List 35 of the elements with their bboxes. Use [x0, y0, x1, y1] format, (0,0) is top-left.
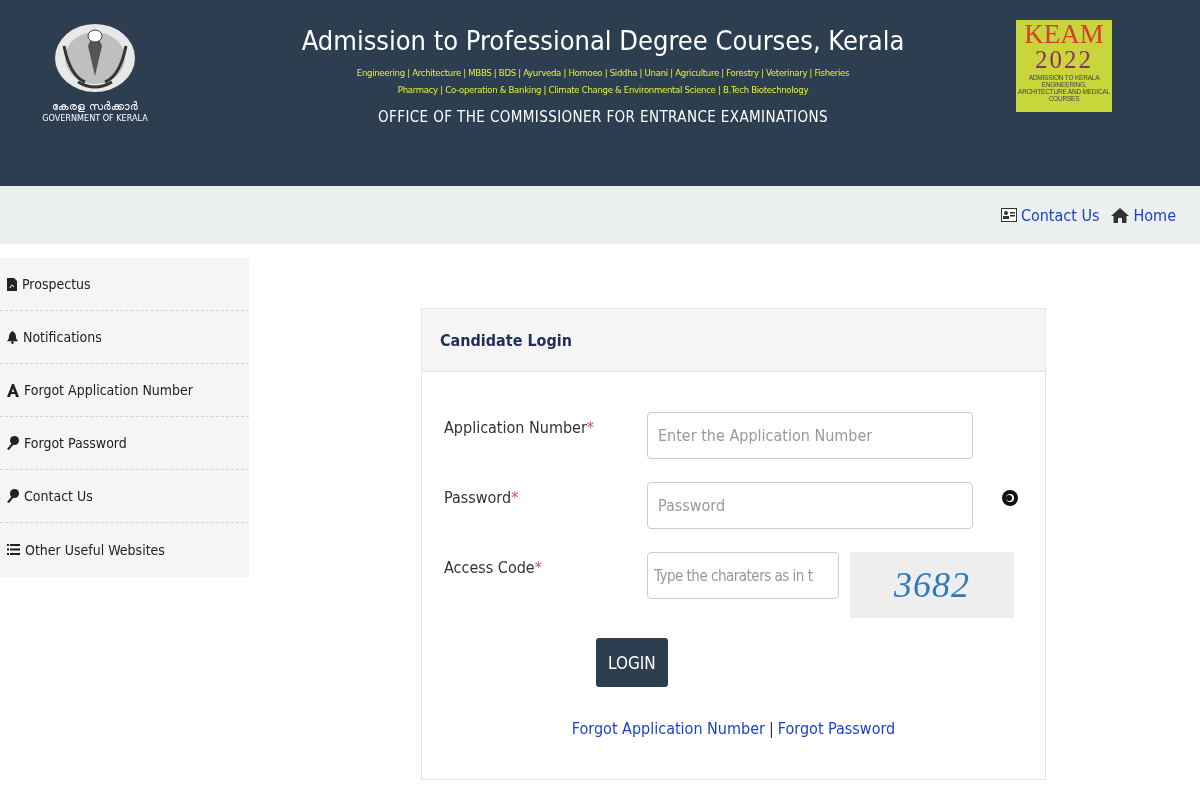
site-title: Admission to Professional Degree Courses, Kerala — [301, 24, 905, 58]
list-icon — [7, 544, 20, 555]
key-icon — [7, 489, 19, 503]
password-field[interactable]: Password — [647, 482, 973, 529]
card-title: Candidate Login — [440, 330, 572, 350]
contact-card-icon — [1000, 208, 1017, 222]
emblem-caption: കേരള സർക്കാർ — [52, 100, 138, 113]
courses-list: Pharmacy | Co-operation & Banking | Climate Change & Environmental Science | B.Tech Biotechnology — [397, 81, 809, 98]
sidebar-item[interactable]: Notifications — [0, 311, 249, 364]
input-field[interactable]: Enter the Application Number — [647, 412, 973, 459]
sidebar-item[interactable]: Contact Us — [0, 470, 249, 523]
home-icon — [1111, 207, 1130, 223]
sidebar-item[interactable]: Other Useful Websites — [0, 523, 249, 576]
emblem-caption: GOVERNMENT OF KERALA — [42, 113, 148, 123]
login-button[interactable]: LOGIN — [596, 638, 668, 687]
input-field[interactable]: Type the charaters as in t — [647, 552, 839, 599]
field-label: Application Number* — [444, 418, 596, 437]
font-icon — [7, 383, 19, 397]
nav-link[interactable]: Contact Us — [1000, 205, 1100, 225]
sidebar-item[interactable]: Prospectus — [0, 258, 249, 311]
captcha-image: 3682 — [850, 552, 1014, 618]
eye-icon[interactable] — [1002, 490, 1018, 506]
office-title: OFFICE OF THE COMMISSIONER FOR ENTRANCE EXAMINATIONS — [378, 108, 828, 126]
courses-list: Engineering | Architecture | MBBS | BDS | Ayurveda | Homoeo | Siddha | Unani | Agriculture | Forestry | Veterinary | Fisheries — [356, 64, 850, 81]
field-label: Access Code* — [444, 558, 543, 577]
key-icon — [7, 436, 19, 450]
pdf-file-icon — [7, 277, 17, 291]
link-separator: | — [768, 719, 774, 738]
forgot-link[interactable]: Forgot Application Number — [571, 719, 765, 738]
nav-link[interactable]: Home — [1111, 205, 1176, 225]
sidebar-item[interactable]: Forgot Password — [0, 417, 249, 470]
sidebar-item[interactable]: Forgot Application Number — [0, 364, 249, 417]
field-label: Password* — [444, 488, 520, 507]
forgot-link[interactable]: Forgot Password — [777, 719, 896, 738]
bell-icon — [7, 330, 18, 344]
